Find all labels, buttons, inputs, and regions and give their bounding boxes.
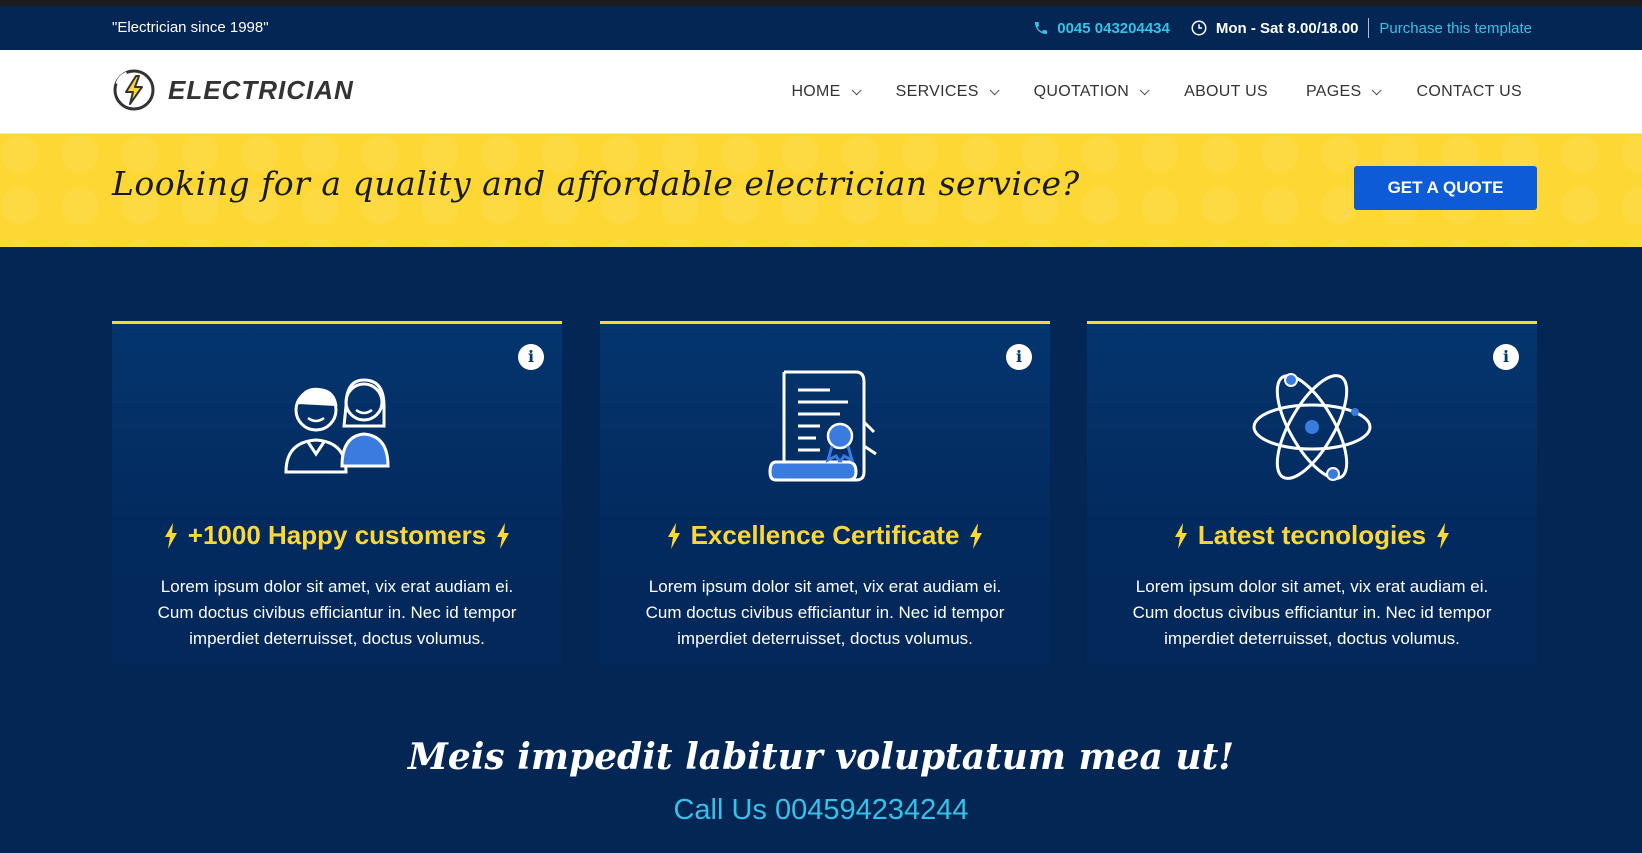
chevron-down-icon [851, 84, 862, 95]
nav-about-us[interactable]: ABOUT US [1184, 83, 1268, 101]
phone-number: 0045 043204434 [1057, 19, 1170, 37]
nav-services[interactable]: SERVICES [895, 83, 1000, 101]
nav-label: PAGES [1306, 83, 1362, 100]
feature-description: Lorem ipsum dolor sit amet, vix erat aud… [645, 577, 1005, 648]
tagline: "Electrician since 1998" [112, 19, 269, 36]
get-a-quote-button[interactable]: GET A QUOTE [1354, 166, 1537, 210]
main-header: ELECTRICIAN HOME SERVICES QUOTATION ABOU… [0, 50, 1642, 134]
banner-headline: Looking for a quality and affordable ele… [112, 164, 1080, 203]
nav-pages[interactable]: PAGES [1306, 83, 1383, 101]
customers-icon [284, 378, 390, 474]
main-nav: HOME SERVICES QUOTATION ABOUT US PAGES C… [753, 50, 1522, 134]
chevron-down-icon [1139, 84, 1150, 95]
lightning-icon [667, 522, 680, 549]
feature-title: Excellence Certificate [600, 520, 1050, 551]
top-phone[interactable]: 0045 043204434 [1033, 20, 1170, 37]
feature-card-certificate: i Excellence Certificate Lorem ipsum dol… [600, 321, 1050, 664]
nav-label: ABOUT US [1184, 83, 1269, 100]
info-icon[interactable]: i [1493, 344, 1519, 370]
lightning-icon [497, 522, 510, 549]
nav-label: QUOTATION [1033, 83, 1130, 100]
feature-description: Lorem ipsum dolor sit amet, vix erat aud… [1132, 577, 1492, 648]
feature-title-text: Latest tecnologies [1197, 520, 1427, 550]
chevron-down-icon [989, 84, 1000, 95]
cta-phone-link[interactable]: Call Us 004594234244 [0, 794, 1642, 827]
lightning-icon [164, 522, 177, 549]
atom-icon [1252, 373, 1372, 481]
nav-quotation[interactable]: QUOTATION [1033, 83, 1150, 101]
nav-contact-us[interactable]: CONTACT US [1416, 83, 1522, 101]
divider [1368, 18, 1370, 38]
certificate-icon [768, 370, 877, 482]
nav-label: SERVICES [895, 83, 979, 100]
top-bar-contact: 0045 043204434 Mon - Sat 8.00/18.00 Purc… [1033, 18, 1532, 38]
info-icon[interactable]: i [1006, 344, 1032, 370]
phone-icon [1035, 22, 1048, 34]
purchase-link[interactable]: Purchase this template [1379, 20, 1532, 37]
feature-description: Lorem ipsum dolor sit amet, vix erat aud… [157, 577, 517, 648]
top-bar: "Electrician since 1998" 0045 043204434 … [0, 6, 1642, 50]
logo-text: ELECTRICIAN [168, 74, 354, 105]
feature-card-customers: i +1000 Happy customers Lorem ipsum dolo… [112, 321, 562, 664]
opening-hours: Mon - Sat 8.00/18.00 [1190, 19, 1359, 37]
nav-home[interactable]: HOME [791, 83, 862, 101]
hours-text: Mon - Sat 8.00/18.00 [1215, 19, 1359, 37]
clock-icon [1191, 20, 1207, 36]
lightning-icon [1437, 522, 1450, 549]
cta-title: Meis impedit labitur voluptatum mea ut! [407, 736, 1235, 778]
lightning-logo-icon [113, 69, 155, 111]
nav-label: CONTACT US [1416, 83, 1522, 100]
feature-title-text: Excellence Certificate [690, 520, 960, 550]
feature-title-text: +1000 Happy customers [187, 520, 487, 550]
feature-title: +1000 Happy customers [112, 520, 562, 551]
feature-card-technologies: i Latest tecnologies Lorem ipsum dolor s… [1087, 321, 1537, 664]
chevron-down-icon [1372, 84, 1383, 95]
lightning-icon [970, 522, 983, 549]
logo[interactable]: ELECTRICIAN [112, 68, 354, 112]
feature-title: Latest tecnologies [1087, 520, 1537, 551]
nav-label: HOME [791, 83, 841, 100]
lightning-icon [1174, 522, 1187, 549]
info-icon[interactable]: i [518, 344, 544, 370]
